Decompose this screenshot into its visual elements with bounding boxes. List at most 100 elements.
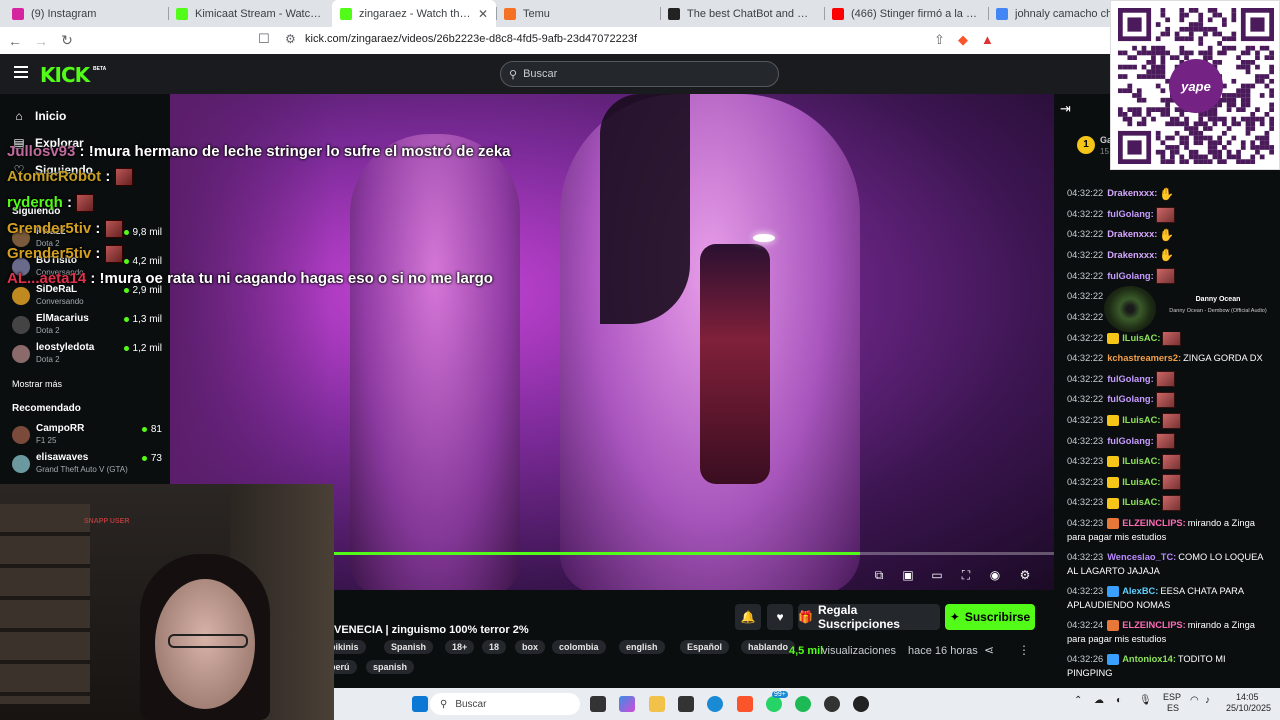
chat-username[interactable]: ILuisAC:: [1122, 477, 1160, 487]
fullscreen-icon[interactable]: ⛶: [958, 568, 974, 583]
sidebar-item-inicio[interactable]: ⌂ Inicio: [12, 109, 66, 123]
notify-bell-button[interactable]: 🔔: [735, 604, 761, 630]
overlay-chat-user: ryderqh: [7, 194, 63, 211]
menu-icon[interactable]: [14, 66, 28, 78]
chat-username[interactable]: Wenceslao_TC:: [1107, 552, 1176, 562]
lang-code[interactable]: ESP: [1163, 692, 1181, 702]
chat-text: ZINGA GORDA DX: [1183, 352, 1263, 363]
url-field[interactable]: kick.com/zingaraez/videos/26b2223e-d8c8-…: [305, 33, 637, 45]
follow-button[interactable]: ♥: [767, 604, 793, 630]
chat-username[interactable]: Drakenxxx:: [1107, 250, 1157, 260]
tray-app-icon[interactable]: ☁: [1094, 695, 1104, 706]
back-icon[interactable]: ←: [4, 33, 26, 49]
wifi-icon[interactable]: ◠: [1190, 695, 1199, 706]
tray-chevron-icon[interactable]: ⌃: [1074, 695, 1082, 706]
sidebar-item-label: Inicio: [35, 109, 67, 123]
chat-username[interactable]: ILuisAC:: [1122, 456, 1160, 466]
copilot-icon[interactable]: [619, 696, 635, 712]
tab-title: (466) Stinger firmó a la hija de Venezue…: [851, 7, 980, 20]
close-tab-icon[interactable]: ✕: [478, 7, 488, 21]
browser-tab[interactable]: (466) Stinger firmó a la hija de Venezue…: [824, 0, 988, 27]
edge-icon[interactable]: [707, 696, 723, 712]
chat-username[interactable]: ILuisAC:: [1122, 415, 1160, 425]
reload-icon[interactable]: ↻: [56, 32, 78, 49]
stream-tag[interactable]: box: [515, 640, 546, 654]
stream-tag[interactable]: colombia: [552, 640, 606, 654]
subscriber-badge-icon: [1107, 620, 1120, 632]
stream-tag[interactable]: english: [619, 640, 665, 654]
lang-region[interactable]: ES: [1167, 703, 1179, 713]
browser-tab[interactable]: Temu: [496, 0, 660, 27]
pinned-leaderboard[interactable]: 1 Ga... 15: [1067, 134, 1120, 158]
chat-username[interactable]: fulGolang:: [1107, 374, 1153, 384]
brave-shield-icon[interactable]: ◆: [958, 32, 968, 48]
stream-tag[interactable]: hablando: [741, 640, 795, 654]
kick-logo[interactable]: KICK: [40, 63, 90, 87]
share-icon[interactable]: ⋖: [984, 643, 994, 657]
store-icon[interactable]: [678, 696, 694, 712]
obs-icon[interactable]: [824, 696, 840, 712]
rewards-icon[interactable]: ▲: [981, 32, 994, 47]
clip-icon[interactable]: ▣: [900, 568, 916, 582]
forward-icon[interactable]: →: [30, 33, 52, 49]
chat-username[interactable]: ELZEINCLIPS:: [1122, 620, 1186, 630]
speed-icon[interactable]: ◉: [987, 568, 1003, 582]
chat-username[interactable]: fulGolang:: [1107, 436, 1153, 446]
live-dot-icon: [123, 317, 129, 322]
chat-username[interactable]: Drakenxxx:: [1107, 229, 1157, 239]
sidebar-channel[interactable]: SiDeRaL Conversando 2,9 mil: [12, 284, 162, 312]
stream-tag[interactable]: 18: [482, 640, 507, 654]
chat-username[interactable]: ILuisAC:: [1122, 497, 1160, 507]
stream-tag[interactable]: 18+: [445, 640, 475, 654]
app-icon[interactable]: [853, 696, 869, 712]
theater-icon[interactable]: ▭: [929, 568, 945, 582]
sidebar-channel[interactable]: CampoRR F1 25 81: [12, 423, 162, 451]
browser-tab[interactable]: (9) Instagram: [4, 0, 168, 27]
sidebar-channel[interactable]: ElMacarius Dota 2 1,3 mil: [12, 313, 162, 341]
whatsapp-icon[interactable]: [766, 696, 782, 712]
collapse-chat-icon[interactable]: ⇥: [1060, 101, 1071, 117]
mic-icon[interactable]: 🎙: [1139, 695, 1152, 706]
chat-username[interactable]: ILuisAC:: [1122, 333, 1160, 343]
clock-time[interactable]: 14:05: [1236, 692, 1259, 702]
browser-tab[interactable]: zingaraez - Watch the VOD on Kick ✕: [332, 0, 496, 27]
miniplayer-icon[interactable]: ⧉: [871, 568, 887, 583]
site-info-icon[interactable]: ⚙: [285, 32, 296, 46]
sidebar-channel[interactable]: elisawaves Grand Theft Auto V (GTA) 73: [12, 452, 162, 480]
chat-username[interactable]: Drakenxxx:: [1107, 188, 1157, 198]
chat-username[interactable]: ELZEINCLIPS:: [1122, 518, 1186, 528]
chat-username[interactable]: Antoniox14:: [1122, 654, 1176, 664]
chat-username[interactable]: fulGolang:: [1107, 209, 1153, 219]
browser-tab[interactable]: Kimicaat Stream - Watch Live on Kick: [168, 0, 332, 27]
volume-icon[interactable]: ♪: [1205, 695, 1210, 706]
subscribe-button[interactable]: ✦ Suscribirse: [945, 604, 1035, 630]
taskview-icon[interactable]: [590, 696, 606, 712]
stream-tag[interactable]: spanish: [366, 660, 415, 674]
chat-username[interactable]: fulGolang:: [1107, 394, 1153, 404]
progress-bar[interactable]: [334, 552, 860, 555]
brave-icon[interactable]: [737, 696, 753, 712]
chat-username[interactable]: fulGolang:: [1107, 271, 1153, 281]
start-icon[interactable]: [412, 696, 428, 712]
file-explorer-icon[interactable]: [649, 696, 665, 712]
chat-username[interactable]: kchastreamers2:: [1107, 353, 1181, 363]
more-options-icon[interactable]: ⋮: [1018, 643, 1030, 657]
gift-subs-button[interactable]: 🎁 Regala Suscripciones: [798, 603, 940, 631]
chat-username[interactable]: AlexBC:: [1122, 586, 1158, 596]
taskbar-search[interactable]: ⚲ Buscar: [430, 693, 580, 715]
browser-tab[interactable]: The best ChatBot and Widgets for Kick: [660, 0, 824, 27]
tray-network-icon[interactable]: ◐: [1116, 695, 1122, 706]
settings-icon[interactable]: ⚙: [1017, 568, 1033, 582]
sidebar-channel[interactable]: leostyledota Dota 2 1,2 mil: [12, 342, 162, 370]
stream-tag[interactable]: Español: [680, 640, 730, 654]
stream-tag[interactable]: Spanish: [384, 640, 434, 654]
show-more-link[interactable]: Mostrar más: [12, 379, 62, 389]
bookmark-icon[interactable]: ☐: [258, 31, 270, 47]
share-icon[interactable]: ⇧: [934, 32, 945, 48]
tab-title: Kimicaat Stream - Watch Live on Kick: [195, 7, 324, 20]
live-dot-icon: [123, 259, 129, 264]
search-input[interactable]: ⚲ Buscar: [500, 61, 779, 87]
channel-category: Conversando: [36, 297, 84, 306]
spotify-icon[interactable]: [795, 696, 811, 712]
clock-date[interactable]: 25/10/2025: [1226, 703, 1271, 713]
